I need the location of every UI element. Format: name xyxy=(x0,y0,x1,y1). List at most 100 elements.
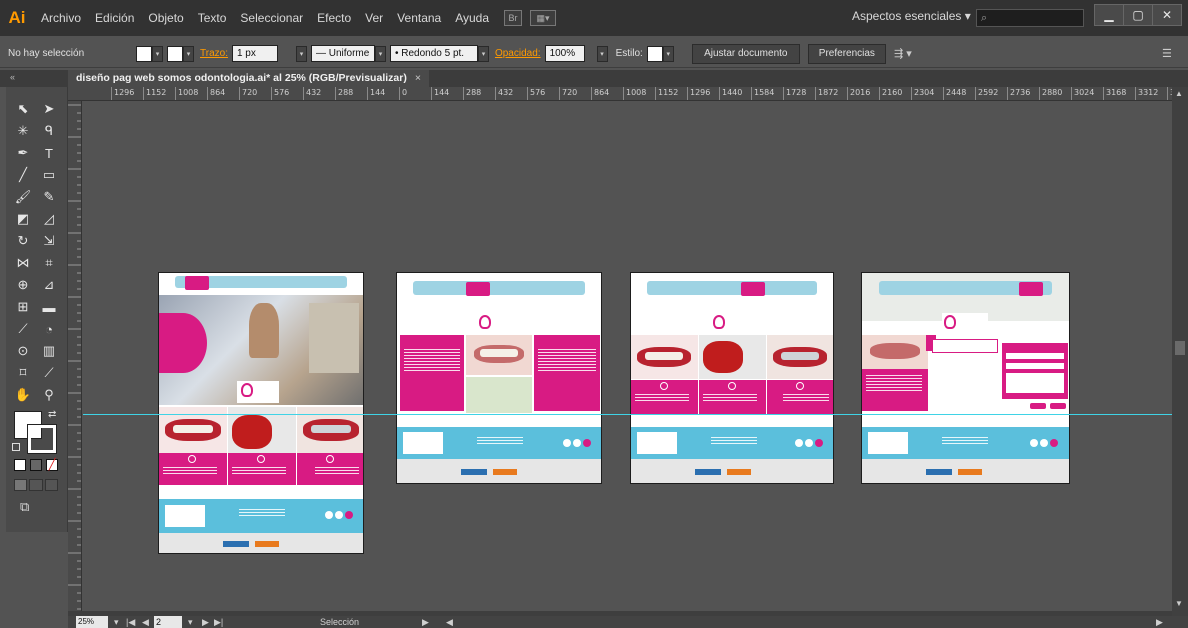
symbol-sprayer-tool-icon[interactable]: ⊙ xyxy=(12,341,34,361)
vertical-scrollbar[interactable]: ▲ ▼ xyxy=(1172,87,1188,616)
fill-swatch[interactable] xyxy=(136,45,152,62)
facebook-icon[interactable] xyxy=(795,439,803,447)
artboard-number-field[interactable]: 2 xyxy=(154,616,182,628)
stroke-swatch[interactable] xyxy=(167,45,183,62)
paintbrush-tool-icon[interactable]: 🖌 xyxy=(12,187,34,207)
fit-document-button[interactable]: Ajustar documento xyxy=(691,43,800,64)
google-plus-icon[interactable] xyxy=(1050,439,1058,447)
gradient-tool-icon[interactable]: ▬ xyxy=(38,297,60,317)
brush-definition[interactable]: • Redondo 5 pt. xyxy=(389,45,478,62)
twitter-icon[interactable] xyxy=(335,511,343,519)
shape-builder-tool-icon[interactable]: ⊕ xyxy=(12,275,34,295)
profile-dropdown[interactable]: ▾ xyxy=(374,45,386,62)
perspective-grid-tool-icon[interactable]: ⊿ xyxy=(38,275,60,295)
menu-ventana[interactable]: Ventana xyxy=(390,11,448,25)
swap-colors-icon[interactable]: ⇄ xyxy=(48,409,56,420)
google-plus-icon[interactable] xyxy=(815,439,823,447)
search-input[interactable]: ⌕ xyxy=(976,9,1084,27)
canvas[interactable] xyxy=(83,101,1172,611)
google-plus-icon[interactable] xyxy=(583,439,591,447)
color-mode-icon[interactable] xyxy=(14,459,26,471)
workspace-switcher[interactable]: Aspectos esenciales ▾ xyxy=(852,9,971,23)
zoom-tool-icon[interactable]: ⚲ xyxy=(38,385,60,405)
artboard-dropdown-icon[interactable]: ▾ xyxy=(188,616,193,628)
default-colors-icon[interactable] xyxy=(12,443,20,451)
eyedropper-tool-icon[interactable]: ⟋ xyxy=(12,319,34,339)
status-menu-icon[interactable]: ▶ xyxy=(422,616,429,628)
stroke-weight-field[interactable]: 1 px xyxy=(231,45,278,62)
minimize-button[interactable]: ▁ xyxy=(1094,4,1124,26)
chat-box[interactable] xyxy=(932,339,998,353)
stroke-color-swatch[interactable] xyxy=(27,424,57,454)
previous-artboard-icon[interactable]: ◀ xyxy=(142,616,149,628)
close-tab-icon[interactable]: × xyxy=(415,72,421,84)
facebook-icon[interactable] xyxy=(563,439,571,447)
stroke-weight-dropdown[interactable]: ▾ xyxy=(295,45,307,62)
menu-archivo[interactable]: Archivo xyxy=(34,11,88,25)
scroll-up-icon[interactable]: ▲ xyxy=(1175,89,1183,98)
last-artboard-icon[interactable]: ▶| xyxy=(214,616,223,628)
pencil-tool-icon[interactable]: ✎ xyxy=(38,187,60,207)
fill-dropdown[interactable]: ▾ xyxy=(152,45,163,62)
direct-selection-tool-icon[interactable]: ➤ xyxy=(38,99,60,119)
arrange-documents-icon[interactable]: ▦▾ xyxy=(530,10,557,26)
scroll-right-icon[interactable]: ▶ xyxy=(1156,616,1163,628)
horizontal-guide[interactable] xyxy=(83,414,1172,415)
twitter-icon[interactable] xyxy=(805,439,813,447)
vertical-scroll-thumb[interactable] xyxy=(1175,341,1185,355)
draw-behind-icon[interactable] xyxy=(29,479,43,491)
slice-tool-icon[interactable]: ⟋ xyxy=(38,363,60,383)
gradient-mode-icon[interactable] xyxy=(30,459,42,471)
first-artboard-icon[interactable]: |◀ xyxy=(126,616,135,628)
stroke-dropdown[interactable]: ▾ xyxy=(183,45,194,62)
facebook-icon[interactable] xyxy=(325,511,333,519)
menu-ayuda[interactable]: Ayuda xyxy=(448,11,496,25)
menu-ver[interactable]: Ver xyxy=(358,11,390,25)
draw-normal-icon[interactable] xyxy=(14,479,28,491)
arrange-icon[interactable]: ⇶ ▾ xyxy=(894,47,912,60)
none-mode-icon[interactable]: ╱ xyxy=(46,459,58,471)
preferences-button[interactable]: Preferencias xyxy=(807,43,886,64)
opacity-label[interactable]: Opacidad: xyxy=(495,48,541,59)
hand-tool-icon[interactable]: ✋ xyxy=(12,385,34,405)
form-field-email[interactable] xyxy=(1006,363,1064,369)
form-clear-button[interactable] xyxy=(1050,403,1066,409)
bridge-icon[interactable]: Br xyxy=(504,10,523,26)
menu-edicion[interactable]: Edición xyxy=(88,11,141,25)
scale-tool-icon[interactable]: ⇲ xyxy=(38,231,60,251)
brush-dropdown[interactable]: ▾ xyxy=(477,45,489,62)
graphic-style-swatch[interactable] xyxy=(646,45,663,62)
next-artboard-icon[interactable]: ▶ xyxy=(202,616,209,628)
rotate-tool-icon[interactable]: ↻ xyxy=(12,231,34,251)
blob-brush-tool-icon[interactable]: ◩ xyxy=(12,209,34,229)
zoom-dropdown-icon[interactable]: ▾ xyxy=(114,616,119,628)
menu-texto[interactable]: Texto xyxy=(191,11,234,25)
draw-inside-icon[interactable] xyxy=(44,479,58,491)
graphic-style-dropdown[interactable]: ▾ xyxy=(662,45,674,62)
artboard-home[interactable] xyxy=(158,272,364,554)
artboard-contact[interactable] xyxy=(861,272,1070,484)
eraser-tool-icon[interactable]: ◿ xyxy=(38,209,60,229)
form-field-name[interactable] xyxy=(1006,353,1064,359)
scroll-down-icon[interactable]: ▼ xyxy=(1175,599,1183,608)
opacity-dropdown[interactable]: ▾ xyxy=(596,45,608,62)
maximize-button[interactable]: ▢ xyxy=(1123,4,1153,26)
rectangle-tool-icon[interactable]: ▭ xyxy=(38,165,60,185)
menu-seleccionar[interactable]: Seleccionar xyxy=(233,11,310,25)
form-field-message[interactable] xyxy=(1006,373,1064,393)
lasso-tool-icon[interactable]: ᑫ xyxy=(38,121,60,141)
type-tool-icon[interactable]: T xyxy=(38,143,60,163)
collapse-panels-icon[interactable]: « xyxy=(0,70,68,87)
facebook-icon[interactable] xyxy=(1030,439,1038,447)
line-tool-icon[interactable]: ╱ xyxy=(12,165,34,185)
artboard-services[interactable] xyxy=(630,272,834,484)
twitter-icon[interactable] xyxy=(1040,439,1048,447)
scroll-left-icon[interactable]: ◀ xyxy=(446,616,453,628)
selection-tool-icon[interactable]: ⬉ xyxy=(12,99,34,119)
magic-wand-tool-icon[interactable]: ✳ xyxy=(12,121,34,141)
screen-mode-icon[interactable]: ⧉ xyxy=(20,499,29,515)
artboard-tool-icon[interactable]: ⌑ xyxy=(12,363,34,383)
width-tool-icon[interactable]: ⋈ xyxy=(12,253,34,273)
column-graph-tool-icon[interactable]: ▥ xyxy=(38,341,60,361)
blend-tool-icon[interactable]: ◔ xyxy=(38,319,60,339)
